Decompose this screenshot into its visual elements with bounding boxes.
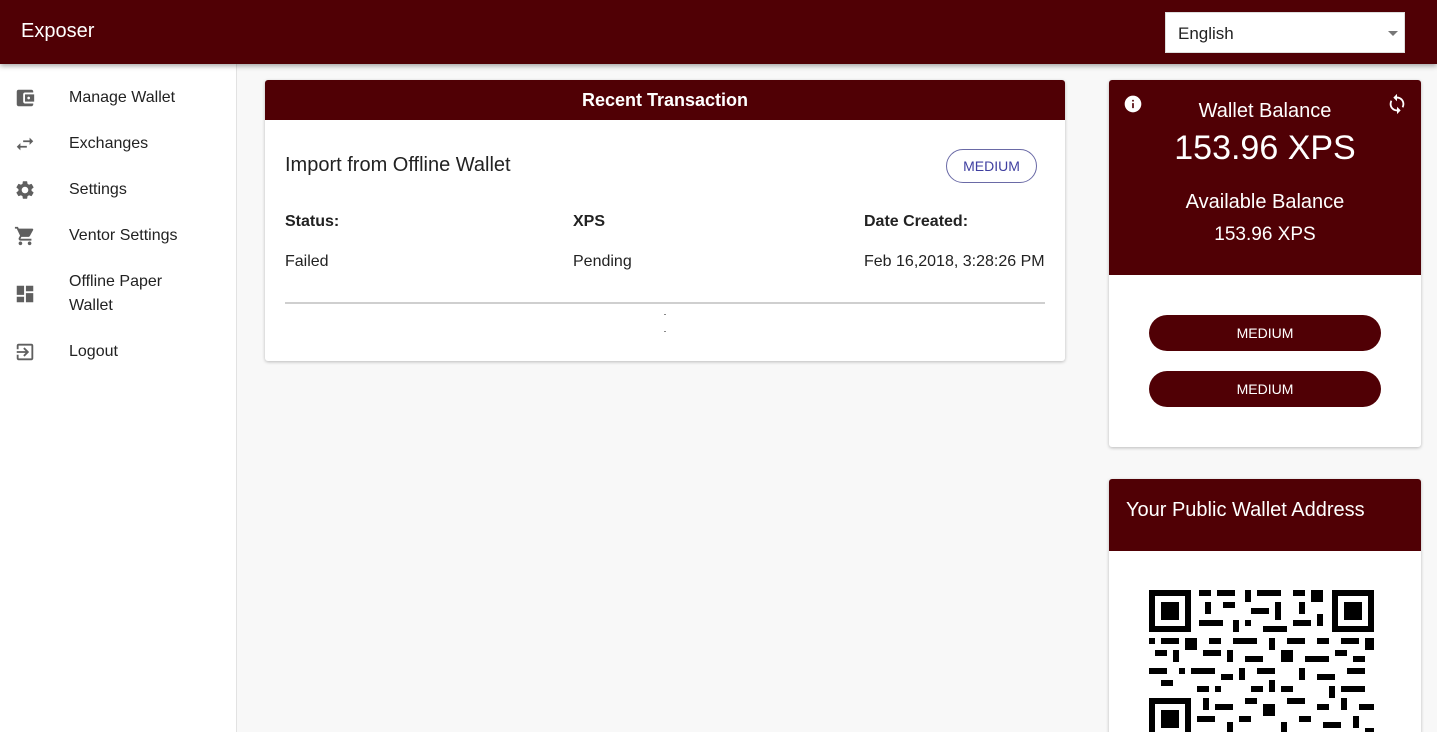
recent-transaction-header: Recent Transaction <box>265 80 1065 120</box>
medium-button-2[interactable]: MEDIUM <box>1149 371 1381 407</box>
sidebar: Manage Wallet Exchanges Settings Ventor … <box>0 64 237 732</box>
sidebar-item-label-line2: Wallet <box>69 297 113 314</box>
language-select-value: English <box>1178 24 1234 43</box>
sidebar-item-label: Manage Wallet <box>69 89 176 106</box>
sidebar-item-label: Settings <box>69 181 127 198</box>
cart-icon <box>14 226 34 246</box>
sidebar-item-label: Logout <box>69 343 118 360</box>
transaction-title: Import from Offline Wallet <box>285 154 511 176</box>
currency-value: Pending <box>573 253 632 270</box>
sidebar-item-manage-wallet[interactable]: Manage Wallet <box>0 78 236 118</box>
dot <box>664 331 666 332</box>
swap-arrows-icon <box>16 137 34 151</box>
status-value: Failed <box>285 253 329 270</box>
medium-button-1[interactable]: MEDIUM <box>1149 315 1381 351</box>
priority-badge-button[interactable]: MEDIUM <box>946 149 1037 183</box>
sidebar-item-label: Exchanges <box>69 135 149 152</box>
sidebar-item-label: Offline Paper <box>69 273 163 290</box>
wallet-balance-amount: 153.96 XPS <box>1174 129 1356 167</box>
divider <box>285 302 1045 304</box>
gear-icon <box>16 181 34 199</box>
status-column-header: Status: <box>285 213 340 230</box>
wallet-balance-card: Wallet Balance 153.96 XPS Available Bala… <box>1109 80 1421 447</box>
wallet-balance-header: Wallet Balance 153.96 XPS Available Bala… <box>1109 80 1421 275</box>
sidebar-item-exchanges[interactable]: Exchanges <box>0 124 236 164</box>
wallet-balance-label: Wallet Balance <box>1198 100 1332 122</box>
sidebar-item-ventor-settings[interactable]: Ventor Settings <box>0 216 236 256</box>
public-wallet-address-header: Your Public Wallet Address <box>1109 479 1421 551</box>
available-balance-label: Available Balance <box>1185 191 1345 213</box>
recent-transaction-card: Recent Transaction Import from Offline W… <box>265 80 1065 361</box>
public-wallet-address-card: Your Public Wallet Address <box>1109 479 1421 732</box>
dashboard-icon <box>16 285 34 303</box>
date-value: Feb 16,2018, 3:28:26 PM <box>864 253 1045 270</box>
public-wallet-address-title: Your Public Wallet Address <box>1126 499 1365 521</box>
dot <box>664 314 666 315</box>
available-balance-amount: 153.96 XPS <box>1214 224 1316 245</box>
sidebar-item-offline-paper-wallet[interactable]: Offline Paper Wallet <box>0 262 236 326</box>
qr-code-image <box>1149 590 1374 732</box>
caret-down-icon <box>1388 31 1398 36</box>
sidebar-item-logout[interactable]: Logout <box>0 332 236 372</box>
top-app-bar: Exposer English <box>0 0 1437 64</box>
sidebar-item-settings[interactable]: Settings <box>0 170 236 210</box>
app-title: Exposer <box>21 20 95 42</box>
language-select[interactable]: English <box>1165 12 1405 53</box>
currency-column-header: XPS <box>573 213 606 230</box>
wallet-icon <box>16 89 35 107</box>
date-column-header: Date Created: <box>864 213 969 230</box>
sidebar-item-label: Ventor Settings <box>69 227 178 244</box>
logout-icon <box>16 343 34 361</box>
